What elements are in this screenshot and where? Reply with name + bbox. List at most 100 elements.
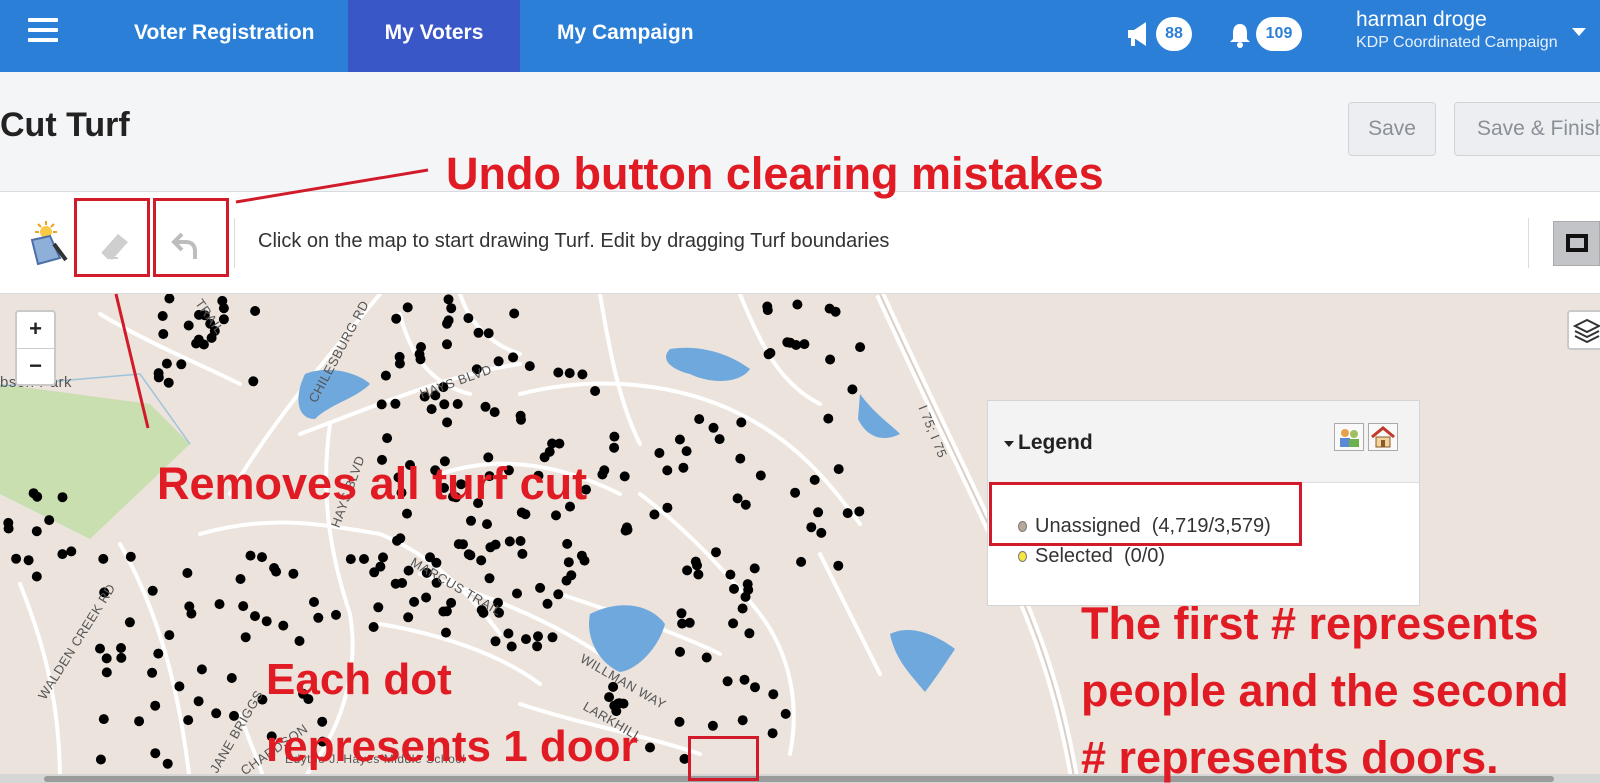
door-dot [124,617,135,628]
chevron-down-icon[interactable] [1572,28,1586,36]
caret-down-icon[interactable] [1004,441,1014,447]
door-dot [161,358,172,369]
door-dot [813,507,824,518]
save-button[interactable]: Save [1348,102,1436,156]
door-dot [368,622,379,632]
door-dot [421,592,432,603]
door-dot [95,754,106,765]
door-dot [654,448,665,458]
door-dot [345,554,356,565]
door-dot [101,667,112,678]
menu-icon[interactable] [28,18,58,42]
user-org[interactable]: KDP Coordinated Campaign [1356,34,1558,52]
fullscreen-button[interactable] [1553,221,1600,266]
door-dot [533,631,543,642]
door-dot [509,308,520,319]
door-dot [737,603,748,614]
door-dot [375,561,386,572]
door-dot [441,627,451,638]
door-dot [125,551,136,562]
door-dot [490,636,501,647]
legend-label: Selected [1035,545,1113,567]
annotation-dot-line1: Each dot [266,655,452,704]
door-dot [443,315,454,326]
door-dot [707,720,718,731]
door-dot [257,552,267,563]
door-dot [524,361,535,372]
door-dot [740,591,751,602]
legend-header[interactable]: Legend [988,401,1419,483]
zoom-in-button[interactable]: + [17,312,54,348]
door-dot [714,434,725,445]
door-dot [394,358,405,369]
user-name[interactable]: harman droge [1356,8,1487,32]
nav-my-campaign[interactable]: My Campaign [527,0,724,72]
door-dot [796,556,807,567]
door-dot [678,462,689,473]
annotation-counts-line1: The first # represents [1081,598,1539,649]
door-dot [740,499,751,510]
annotation-dot-line2: represents 1 door [266,722,638,771]
door-dot [609,431,620,442]
door-dot [674,716,685,727]
door-dot [191,338,202,349]
door-dot [452,399,463,409]
toolbar-hint: Click on the map to start drawing Turf. … [258,230,890,252]
door-dot [441,606,452,617]
door-dot [694,414,705,425]
door-dot [535,582,546,593]
people-icon[interactable] [1334,423,1364,451]
legend-title[interactable]: Legend [1018,431,1093,455]
door-dot [44,515,55,526]
house-icon[interactable] [1368,423,1398,451]
door-dot [590,386,601,396]
toolbar-divider [234,218,235,268]
door-dot [767,728,778,739]
door-dot [645,742,655,753]
notifications-badge[interactable]: 109 [1256,17,1302,51]
door-dot [577,369,588,380]
door-dot [28,488,39,499]
door-dot [392,535,402,546]
zoom-out-button[interactable]: − [17,348,54,384]
door-dot [516,414,526,425]
door-dot [564,368,575,379]
door-dot [164,294,175,304]
draw-turf-icon[interactable] [22,218,74,270]
zoom-control: + − [15,310,56,386]
door-dot [483,328,494,339]
door-dot [174,681,185,692]
door-dot [31,526,42,537]
door-dot [378,552,388,563]
door-dot [576,550,587,561]
door-dot [57,549,68,560]
nav-voter-registration[interactable]: Voter Registration [104,0,344,72]
door-dot [551,510,561,521]
door-dot [184,601,195,612]
door-dot [504,536,515,547]
door-dot [442,417,453,428]
door-dot [176,359,187,370]
megaphone-icon[interactable] [1126,18,1154,50]
door-dot [816,527,827,538]
door-dot [532,641,543,652]
fullscreen-icon [1566,234,1588,252]
bell-icon[interactable] [1228,18,1252,50]
door-dot [736,417,747,428]
door-dot [547,438,558,449]
door-dot [649,509,660,520]
door-dot [677,618,688,629]
door-dot [711,547,721,558]
layers-button[interactable] [1567,310,1600,350]
door-dot [708,422,719,433]
door-dot [553,589,564,600]
annotation-undo: Undo button clearing mistakes [446,148,1104,199]
save-finish-button[interactable]: Save & Finish [1454,102,1600,156]
door-dot [744,628,755,639]
door-dot [376,399,387,410]
legend-item-selected: Selected (0/0) [1018,545,1165,568]
door-dot [619,471,630,482]
nav-my-voters[interactable]: My Voters [348,0,520,72]
announcements-badge[interactable]: 88 [1156,17,1192,51]
door-dot [288,568,299,579]
